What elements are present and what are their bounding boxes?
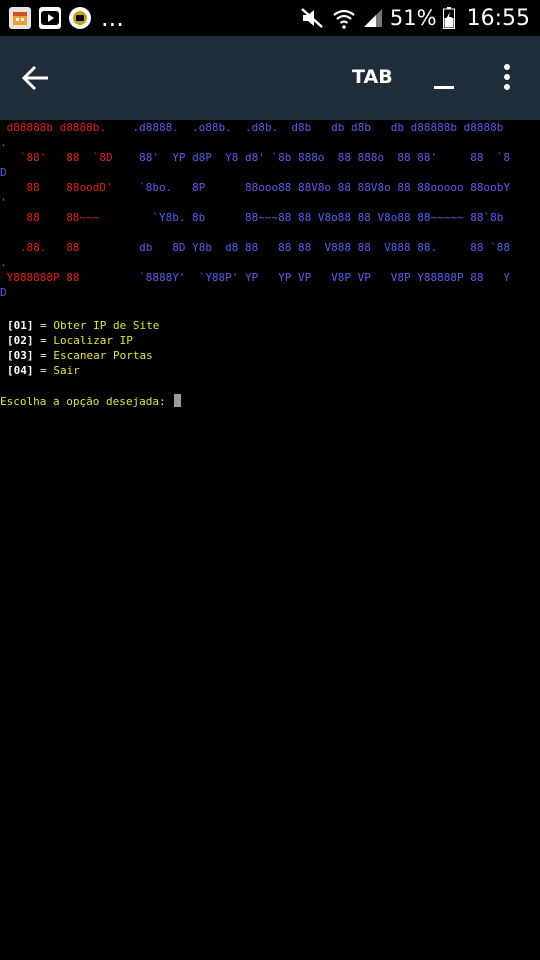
menu-option: [01] = Obter IP de Site (7, 318, 159, 333)
menu-option: [02] = Localizar IP (7, 333, 159, 348)
prompt-text: Escolha a opção desejada: (0, 395, 173, 408)
option-equals: = (40, 349, 47, 362)
banner-line: `88' 88 `8D 88' YP d8P Y8 d8' `8b 888o 8… (0, 150, 510, 165)
battery-icon (442, 7, 455, 29)
tv-app-icon (69, 7, 91, 29)
banner-line: d88888b d8888b. .d8888. .o88b. .d8b. d8b… (0, 120, 510, 135)
banner-segment: `8bo. 8P 88ooo88 88V8o 88 88V8o 88 88ooo… (112, 181, 510, 194)
wifi-icon (333, 9, 355, 29)
mute-icon (301, 8, 323, 28)
banner-line: Y888888P 88 `8888Y' `Y88P' YP YP VP V8P … (0, 270, 510, 285)
banner-segment: d88888b d8888b. (0, 121, 106, 134)
option-label: Escanear Portas (53, 349, 153, 362)
signal-icon (363, 9, 382, 27)
option-label: Localizar IP (53, 334, 133, 347)
clock: 16:55 (466, 5, 530, 31)
banner-line: .88. 88 db 8D Y8b d8 88 88 88 V888 88 V8… (0, 240, 510, 255)
option-label: Sair (53, 364, 80, 377)
menu-option: [03] = Escanear Portas (7, 348, 159, 363)
banner-line (0, 225, 510, 240)
tab-key-button[interactable]: TAB (352, 66, 393, 88)
overflow-menu-icon[interactable] (500, 64, 514, 94)
banner-segment: .88. 88 (0, 241, 80, 254)
status-bar-system: 51% 16:55 (300, 4, 530, 32)
terminal-screen[interactable]: d88888b d8888b. .d8888. .o88b. .d8b. d8b… (0, 120, 540, 960)
banner-segment: Y888888P 88 (0, 271, 80, 284)
more-notifications-indicator: ... (101, 4, 124, 32)
banner-segment: `8888Y' `Y88P' YP YP VP V8P VP V8P Y8888… (79, 271, 510, 284)
option-key: [04] (7, 364, 34, 377)
status-bar: ... 51% 16:55 (0, 0, 540, 36)
option-key: [02] (7, 334, 34, 347)
input-prompt[interactable]: Escolha a opção desejada: (0, 394, 182, 409)
banner-segment: D (0, 166, 7, 179)
underscore-key-button[interactable] (434, 86, 454, 89)
banner-segment: db 8D Y8b d8 88 88 88 V888 88 V888 88. 8… (79, 241, 510, 254)
banner-segment: 88' YP d8P Y8 d8' `8b 888o 88 888o 88 88… (112, 151, 510, 164)
youtube-icon (39, 7, 61, 29)
banner-line: . (0, 135, 510, 150)
option-key: [01] (7, 319, 34, 332)
banner-segment: . (0, 136, 7, 149)
option-label: Obter IP de Site (53, 319, 160, 332)
text-cursor (174, 394, 182, 407)
banner-segment: `88' 88 `8D (0, 151, 113, 164)
banner-segment: 88 88~~~ (0, 211, 100, 224)
option-equals: = (40, 319, 47, 332)
options-menu: [01] = Obter IP de Site [02] = Localizar… (7, 318, 159, 378)
banner-segment: ' (0, 196, 7, 209)
banner-line: 88 88~~~ `Y8b. 8b 88~~~88 88 V8o88 88 V8… (0, 210, 510, 225)
option-key: [03] (7, 349, 34, 362)
banner-segment: .d8888. .o88b. .d8b. d8b db d8b db d8888… (105, 121, 504, 134)
banner-line: D (0, 165, 510, 180)
banner-segment: 88 88oodD' (0, 181, 113, 194)
menu-option: [04] = Sair (7, 363, 159, 378)
status-bar-notifications: ... (9, 4, 124, 32)
ascii-banner: d88888b d8888b. .d8888. .o88b. .d8b. d8b… (0, 120, 510, 300)
banner-line: . (0, 255, 510, 270)
app-toolbar: TAB (0, 36, 540, 120)
battery-percent: 51% (389, 6, 437, 30)
calendar-app-icon (9, 7, 31, 29)
banner-line: D (0, 285, 510, 300)
banner-segment: D (0, 286, 7, 299)
option-equals: = (40, 334, 47, 347)
banner-line: 88 88oodD' `8bo. 8P 88ooo88 88V8o 88 88V… (0, 180, 510, 195)
option-equals: = (40, 364, 47, 377)
banner-segment: . (0, 256, 7, 269)
back-arrow-icon[interactable] (20, 62, 52, 94)
banner-line: ' (0, 195, 510, 210)
banner-segment: `Y8b. 8b 88~~~88 88 V8o88 88 V8o88 88~~~… (99, 211, 504, 224)
